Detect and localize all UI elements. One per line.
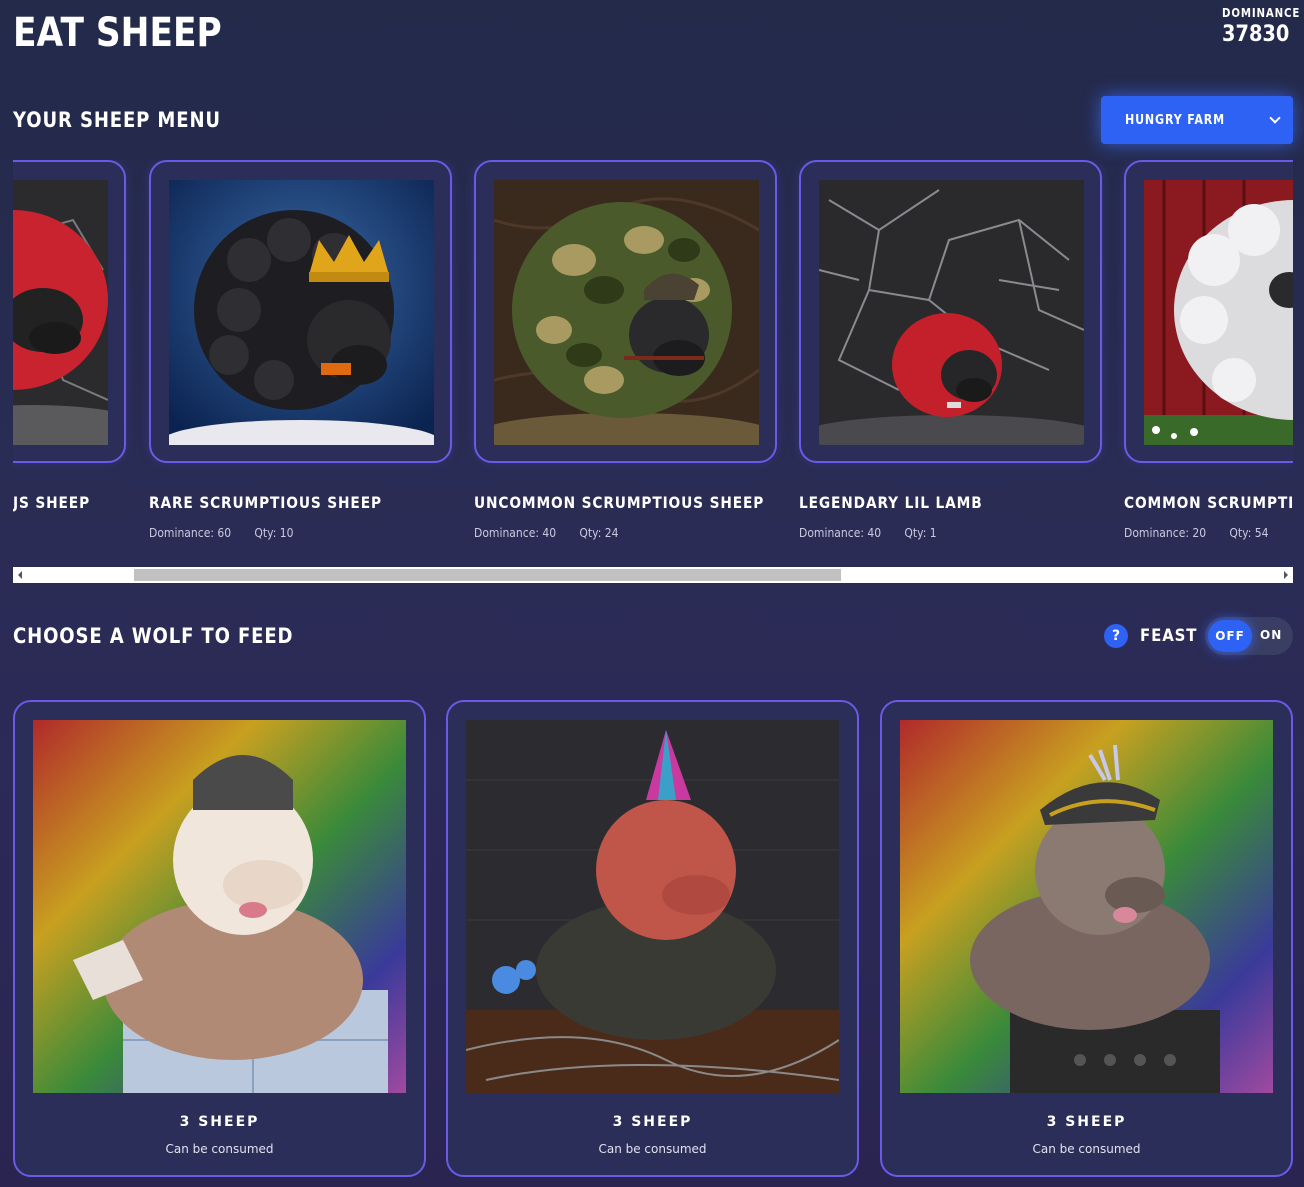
scroll-left-arrow-icon[interactable]	[18, 571, 22, 579]
sheep-stats: Dominance: 60 Qty: 10	[149, 526, 442, 540]
dominance-display: DOMINANCE 37830	[1222, 6, 1301, 47]
wolf-card[interactable]: 3 SHEEP Can be consumed	[880, 700, 1293, 1177]
sheep-image	[494, 180, 759, 445]
scroll-right-arrow-icon[interactable]	[1284, 571, 1288, 579]
sheep-name: COMMON SCRUMPTIOU	[1124, 493, 1293, 512]
sheep-dominance: Dominance: 40	[474, 526, 557, 540]
sheep-card-frame	[13, 160, 126, 463]
sheep-name: UNCOMMON SCRUMPTIOUS SHEEP	[474, 493, 765, 512]
wolf-note: Can be consumed	[1032, 1142, 1141, 1156]
sheep-dominance: Dominance: 20	[1124, 526, 1207, 540]
sheep-name: JS SHEEP	[13, 493, 91, 512]
wolf-section-title: CHOOSE A WOLF TO FEED	[13, 624, 294, 648]
feast-toggle-on[interactable]: ON	[1260, 628, 1282, 642]
wolf-sheep-count: 3 SHEEP	[612, 1114, 693, 1130]
sheep-qty: Qty: 10	[254, 526, 294, 540]
sheep-image	[169, 180, 434, 445]
wolf-image	[900, 720, 1273, 1093]
sheep-menu-title: YOUR SHEEP MENU	[13, 108, 221, 132]
sheep-carousel[interactable]: JS SHEEP RARE SCRUMPTIOUS SHEEP Dominanc…	[13, 160, 1293, 565]
wolf-sheep-count: 3 SHEEP	[1046, 1114, 1127, 1130]
sheep-card[interactable]: RARE SCRUMPTIOUS SHEEP Dominance: 60 Qty…	[149, 160, 474, 540]
app-title: EAT SHEEP	[13, 10, 222, 56]
help-icon[interactable]: ?	[1104, 624, 1128, 648]
feast-label: FEAST	[1140, 626, 1198, 646]
sheep-dominance: Dominance: 60	[149, 526, 232, 540]
sheep-qty: Qty: 24	[579, 526, 619, 540]
farm-select-dropdown[interactable]: HUNGRY FARM	[1101, 96, 1293, 144]
farm-select-label: HUNGRY FARM	[1125, 112, 1225, 128]
sheep-card-frame	[149, 160, 452, 463]
dominance-label: DOMINANCE	[1222, 6, 1301, 20]
sheep-qty: Qty: 1	[904, 526, 937, 540]
sheep-qty: Qty: 54	[1229, 526, 1269, 540]
sheep-card-frame	[799, 160, 1102, 463]
scrollbar-thumb[interactable]	[134, 569, 841, 581]
dominance-value: 37830	[1222, 22, 1290, 47]
sheep-image	[1144, 180, 1293, 445]
sheep-name: LEGENDARY LIL LAMB	[799, 493, 983, 512]
wolf-note: Can be consumed	[598, 1142, 707, 1156]
sheep-stats	[13, 526, 135, 540]
sheep-image	[13, 180, 108, 445]
sheep-dominance: Dominance: 40	[799, 526, 882, 540]
sheep-image	[819, 180, 1084, 445]
sheep-stats: Dominance: 40 Qty: 1	[799, 526, 1092, 540]
sheep-stats: Dominance: 40 Qty: 24	[474, 526, 767, 540]
wolf-note: Can be consumed	[165, 1142, 274, 1156]
sheep-card[interactable]: LEGENDARY LIL LAMB Dominance: 40 Qty: 1	[799, 160, 1124, 540]
sheep-card-frame	[474, 160, 777, 463]
carousel-scrollbar[interactable]	[13, 567, 1293, 583]
feast-toggle[interactable]: OFF ON	[1205, 617, 1293, 655]
sheep-card-frame	[1124, 160, 1293, 463]
wolf-image	[466, 720, 839, 1093]
wolf-sheep-count: 3 SHEEP	[179, 1114, 260, 1130]
sheep-stats: Dominance: 20 Qty: 54	[1124, 526, 1293, 540]
sheep-name: RARE SCRUMPTIOUS SHEEP	[149, 493, 382, 512]
sheep-card[interactable]: JS SHEEP	[13, 160, 148, 540]
wolf-image	[33, 720, 406, 1093]
sheep-card[interactable]: UNCOMMON SCRUMPTIOUS SHEEP Dominance: 40…	[474, 160, 799, 540]
sheep-card[interactable]: COMMON SCRUMPTIOU Dominance: 20 Qty: 54	[1124, 160, 1293, 540]
chevron-down-icon	[1269, 112, 1281, 124]
wolf-card[interactable]: 3 SHEEP Can be consumed	[13, 700, 426, 1177]
wolf-card[interactable]: 3 SHEEP Can be consumed	[446, 700, 859, 1177]
feast-toggle-off[interactable]: OFF	[1208, 620, 1252, 652]
